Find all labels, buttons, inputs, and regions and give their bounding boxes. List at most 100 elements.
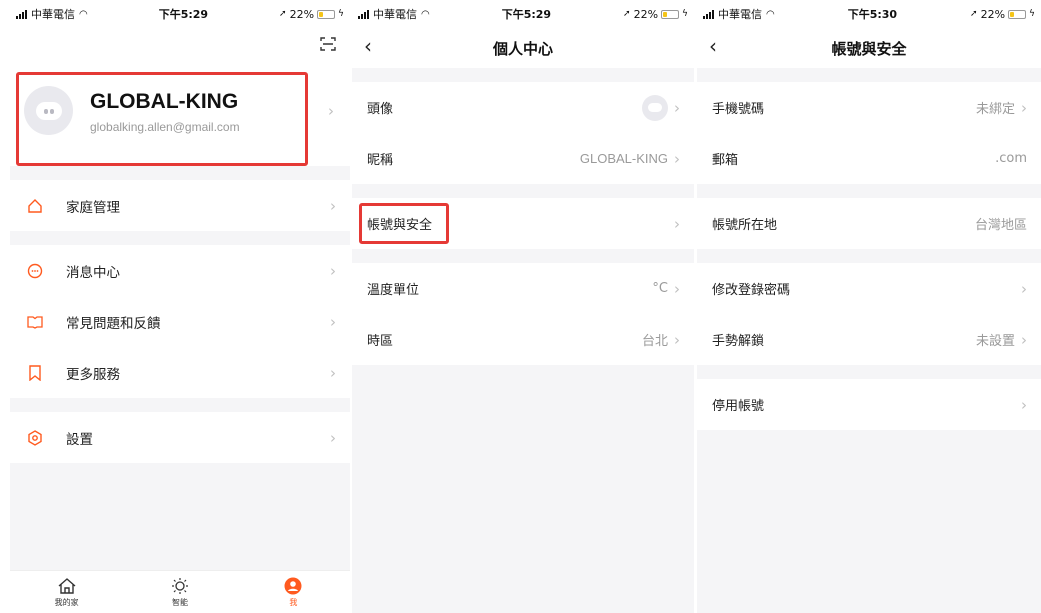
menu-label: 常見問題和反饋 (66, 315, 161, 332)
home-icon (26, 197, 44, 215)
status-bar: 中華電信 ◠ 下午5:29 ➚ 22% ϟ (10, 0, 350, 28)
row-timezone[interactable]: 時區 台北 › (352, 314, 694, 365)
clock: 下午5:29 (501, 8, 552, 21)
row-phone-number[interactable]: 手機號碼 未綁定 › (697, 82, 1041, 133)
gesture-value: 未設置 (975, 334, 1015, 349)
chevron-right-icon: › (330, 196, 336, 215)
row-label: 手機號碼 (712, 102, 765, 117)
status-bar: 中華電信 ◠ 下午5:29 ➚ 22% ϟ (352, 0, 694, 28)
row-label: 修改登錄密碼 (712, 283, 791, 298)
row-label: 郵箱 (712, 153, 739, 168)
chevron-right-icon: › (330, 428, 336, 447)
signal-icon (358, 9, 369, 19)
tab-me[interactable]: 我 (237, 571, 350, 613)
battery-icon (661, 9, 680, 19)
tab-smart[interactable]: 智能 (123, 571, 236, 613)
row-label: 帳號所在地 (712, 218, 778, 233)
location-icon: ➚ (279, 9, 287, 19)
chevron-right-icon: › (1021, 330, 1027, 349)
row-nickname[interactable]: 昵稱 GLOBAL-KING › (352, 133, 694, 184)
clock: 下午5:29 (158, 8, 209, 21)
row-email[interactable]: 郵箱 .com (697, 133, 1041, 184)
row-account-security[interactable]: 帳號與安全 › (352, 198, 694, 249)
row-avatar[interactable]: 頭像 › (352, 82, 694, 133)
nickname-value: GLOBAL-KING (579, 151, 668, 166)
menu-label: 家庭管理 (66, 199, 120, 216)
battery-icon (1008, 9, 1027, 19)
clock: 下午5:30 (847, 8, 898, 21)
chevron-right-icon: › (1021, 98, 1027, 117)
tab-label: 我的家 (54, 597, 79, 607)
tab-my-home[interactable]: 我的家 (10, 571, 123, 613)
page-title: 帳號與安全 (831, 39, 907, 58)
menu-item-settings[interactable]: 設置 › (10, 412, 350, 463)
user-icon (284, 577, 302, 594)
book-icon (26, 313, 44, 331)
chevron-right-icon: › (674, 279, 680, 298)
bookmark-icon (26, 364, 44, 382)
screen-account-security: 中華電信 ◠ 下午5:30 ➚ 22% ϟ ‹ 帳號與安全 手機號碼 未綁定 › 郵箱… (697, 0, 1041, 613)
message-icon (26, 262, 44, 280)
battery-icon (317, 9, 336, 19)
row-temperature-unit[interactable]: 溫度單位 °C › (352, 263, 694, 314)
chevron-right-icon: › (330, 312, 336, 331)
row-change-password[interactable]: 修改登錄密碼 › (697, 263, 1041, 314)
timezone-value: 台北 (641, 334, 668, 349)
tab-bar: 我的家 智能 我 (10, 570, 350, 613)
location-icon: ➚ (970, 9, 978, 19)
highlight-box (16, 72, 308, 166)
wifi-icon: ◠ (79, 8, 88, 20)
row-label: 停用帳號 (712, 399, 765, 414)
region-value: 台灣地區 (974, 218, 1027, 233)
chevron-right-icon: › (674, 330, 680, 349)
temperature-value: °C (652, 281, 668, 296)
chevron-right-icon: › (674, 98, 680, 117)
chevron-right-icon: › (328, 102, 334, 120)
battery-percent: 22% (289, 7, 315, 21)
menu-label: 設置 (66, 431, 93, 448)
row-label: 頭像 (367, 102, 394, 117)
menu-label: 消息中心 (66, 264, 120, 281)
scan-icon[interactable] (320, 36, 336, 52)
battery-percent: 22% (633, 7, 659, 21)
back-icon[interactable]: ‹ (709, 36, 717, 56)
highlight-box (359, 203, 449, 244)
tab-label: 我 (289, 597, 298, 607)
signal-icon (703, 9, 714, 19)
chevron-right-icon: › (330, 363, 336, 382)
chevron-right-icon: › (1021, 279, 1027, 298)
chevron-right-icon: › (1021, 395, 1027, 414)
menu-item-message-center[interactable]: 消息中心 › (10, 245, 350, 296)
charging-icon: ϟ (338, 9, 344, 19)
avatar-thumbnail (642, 94, 668, 121)
row-label: 溫度單位 (367, 283, 420, 298)
screen-personal-center: 中華電信 ◠ 下午5:29 ➚ 22% ϟ ‹ 個人中心 頭像 › 昵稱 GLOBAL… (352, 0, 694, 613)
charging-icon: ϟ (1029, 9, 1035, 19)
screen-me: 中華電信 ◠ 下午5:29 ➚ 22% ϟ GLOBAL-KING globalkin… (10, 0, 350, 613)
settings-icon (26, 429, 44, 447)
row-label: 時區 (367, 334, 394, 349)
nav-bar: ‹ 個人中心 (352, 28, 694, 68)
menu-item-more-services[interactable]: 更多服務 › (10, 347, 350, 398)
row-label: 昵稱 (367, 153, 394, 168)
email-value: .com (995, 151, 1027, 166)
phone-value: 未綁定 (975, 102, 1015, 117)
location-icon: ➚ (623, 9, 631, 19)
battery-percent: 22% (980, 7, 1006, 21)
status-bar: 中華電信 ◠ 下午5:30 ➚ 22% ϟ (697, 0, 1041, 28)
chevron-right-icon: › (674, 214, 680, 233)
chevron-right-icon: › (674, 149, 680, 168)
menu-item-faq-feedback[interactable]: 常見問題和反饋 › (10, 296, 350, 347)
row-label: 手勢解鎖 (712, 334, 765, 349)
carrier-label: 中華電信 (373, 8, 417, 21)
wifi-icon: ◠ (421, 8, 430, 20)
carrier-label: 中華電信 (718, 8, 762, 21)
signal-icon (16, 9, 27, 19)
page-title: 個人中心 (492, 39, 553, 58)
row-gesture-unlock[interactable]: 手勢解鎖 未設置 › (697, 314, 1041, 365)
back-icon[interactable]: ‹ (364, 36, 372, 56)
menu-item-home-management[interactable]: 家庭管理 › (10, 180, 350, 231)
nav-bar: ‹ 帳號與安全 (697, 28, 1041, 68)
row-deactivate-account[interactable]: 停用帳號 › (697, 379, 1041, 430)
row-account-region[interactable]: 帳號所在地 台灣地區 (697, 198, 1041, 249)
